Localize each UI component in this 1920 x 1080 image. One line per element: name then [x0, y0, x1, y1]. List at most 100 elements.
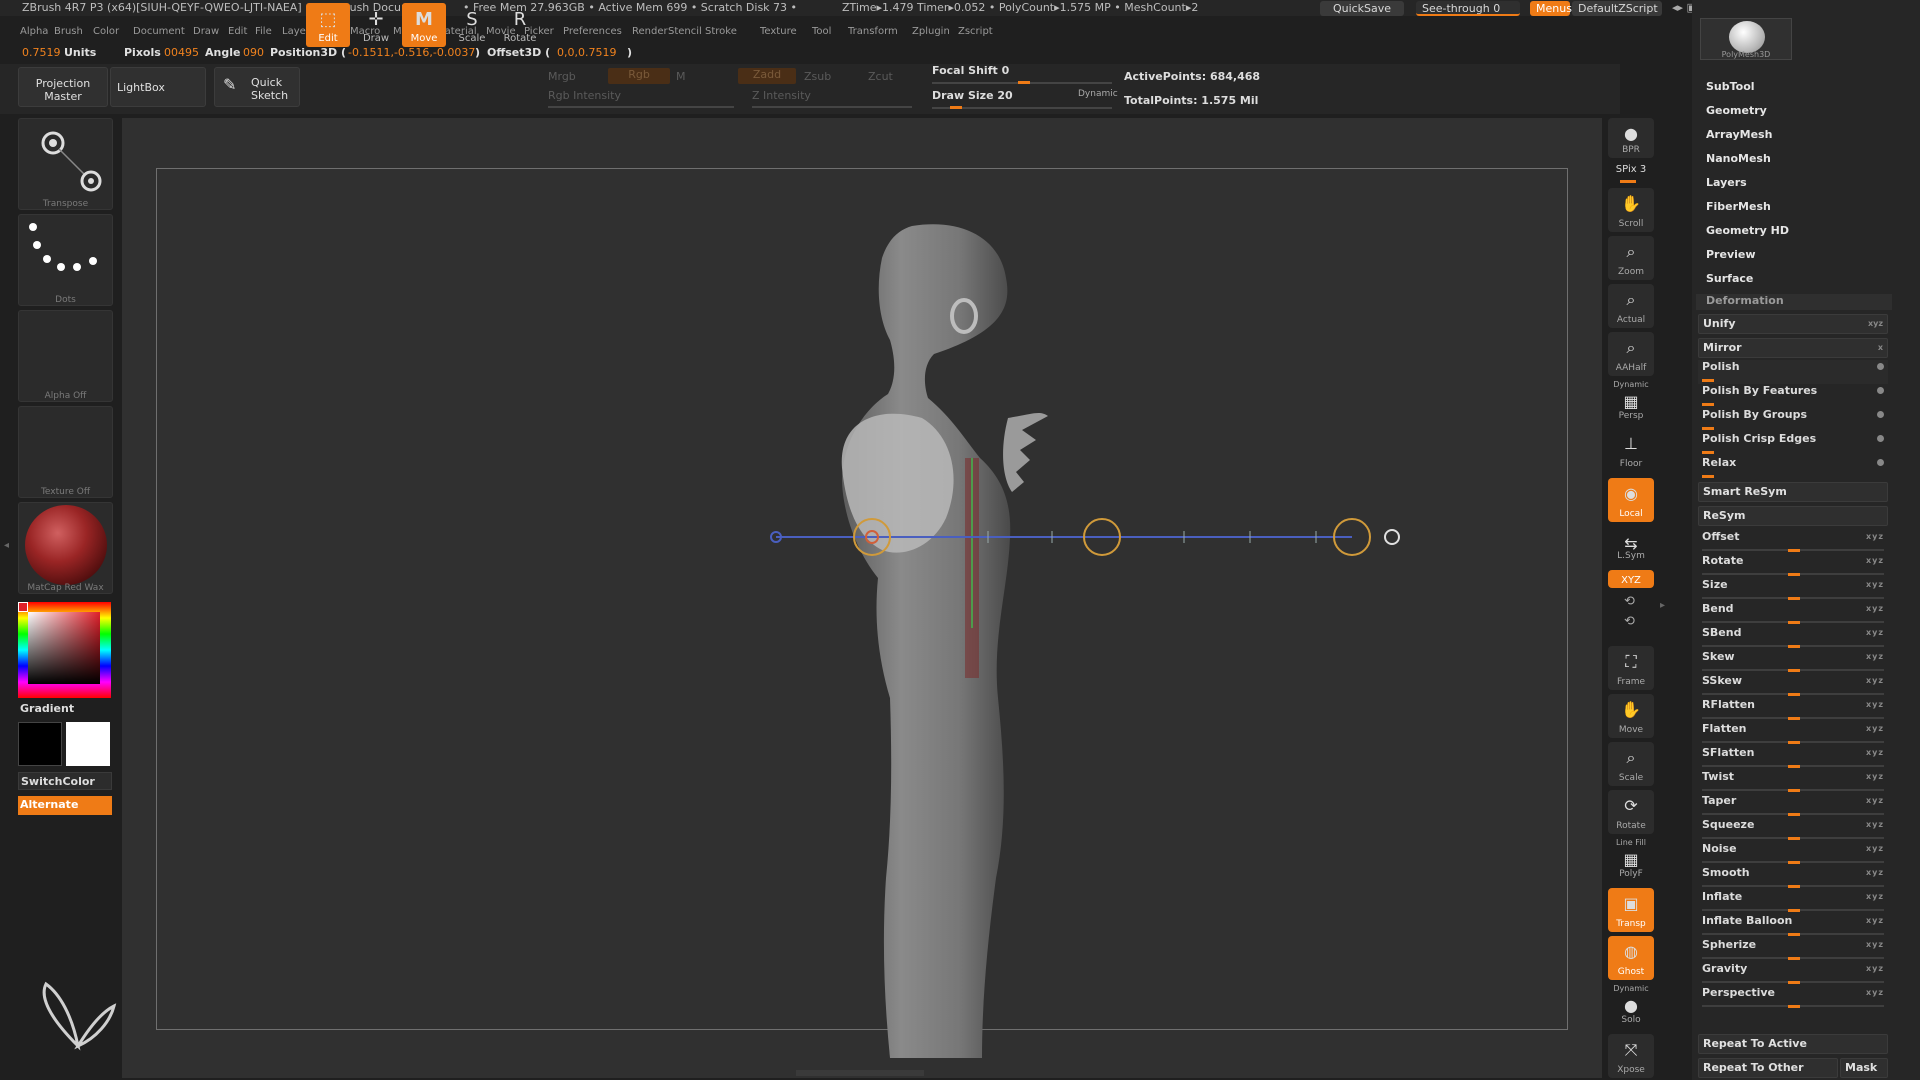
tray-item-surface[interactable]: Surface [1706, 272, 1753, 285]
deformation-perspective[interactable]: Perspective xyz [1698, 986, 1888, 1010]
axis-toggle-icon[interactable]: xyz [1866, 892, 1884, 901]
solo-button[interactable]: Dynamic ● Solo [1608, 984, 1654, 1028]
deformation-slider-handle[interactable] [1788, 861, 1800, 864]
polish-row-relax[interactable]: Relax [1698, 456, 1888, 480]
axis-toggle-icon[interactable]: xyz [1866, 676, 1884, 685]
rgb-button[interactable]: Rgb [608, 68, 670, 84]
draw-button[interactable]: ✛ Draw [354, 3, 398, 47]
deformation-slider-handle[interactable] [1788, 813, 1800, 816]
material-slot[interactable]: MatCap Red Wax [18, 502, 113, 594]
transp-button[interactable]: ▣ Transp [1608, 888, 1654, 932]
move-button[interactable]: M Move [402, 3, 446, 47]
menu-stroke[interactable]: Stroke [705, 26, 737, 37]
deformation-slider-handle[interactable] [1788, 717, 1800, 720]
menu-file[interactable]: File [255, 26, 272, 37]
deformation-rotate[interactable]: Rotate xyz [1698, 554, 1888, 578]
deformation-sskew[interactable]: SSkew xyz [1698, 674, 1888, 698]
axis-toggle-icon[interactable]: xyz [1866, 964, 1884, 973]
stroke-slot[interactable]: Dots [18, 214, 113, 306]
smart-resym-button[interactable]: Smart ReSym [1698, 482, 1888, 502]
zcut-button[interactable]: Zcut [868, 70, 893, 83]
mirror-button[interactable]: Mirror x [1698, 338, 1888, 358]
spix-handle[interactable] [1620, 180, 1636, 183]
tray-item-subtool[interactable]: SubTool [1706, 80, 1755, 93]
deformation-taper[interactable]: Taper xyz [1698, 794, 1888, 818]
deformation-slider-handle[interactable] [1788, 933, 1800, 936]
floor-button[interactable]: ⊥ Floor [1608, 428, 1654, 472]
view-scale-button[interactable]: ⌕ Scale [1608, 742, 1654, 786]
deformation-slider-handle[interactable] [1788, 765, 1800, 768]
deformation-bend[interactable]: Bend xyz [1698, 602, 1888, 626]
rotate-y-icon[interactable]: ⟲ [1624, 594, 1635, 609]
main-color-swatch[interactable] [18, 722, 62, 766]
axis-toggle-icon[interactable]: xyz [1866, 820, 1884, 829]
tray-item-fibermesh[interactable]: FiberMesh [1706, 200, 1771, 213]
xpose-button[interactable]: ⤧ Xpose [1608, 1034, 1654, 1078]
deformation-gravity[interactable]: Gravity xyz [1698, 962, 1888, 986]
draw-size-slider[interactable]: Draw Size 20 [932, 89, 1013, 102]
axis-toggle-icon[interactable]: xyz [1866, 844, 1884, 853]
mrgb-button[interactable]: Mrgb [548, 70, 576, 83]
deformation-slider-handle[interactable] [1788, 669, 1800, 672]
transpose-brush-slot[interactable]: Transpose [18, 118, 113, 210]
deformation-skew[interactable]: Skew xyz [1698, 650, 1888, 674]
default-zscript-button[interactable]: DefaultZScript [1572, 1, 1662, 16]
model-view[interactable] [122, 118, 1602, 1078]
axis-toggle-icon[interactable]: xyz [1866, 916, 1884, 925]
deformation-slider-handle[interactable] [1788, 1005, 1800, 1008]
deformation-slider-handle[interactable] [1788, 837, 1800, 840]
rgb-intensity-slider[interactable]: Rgb Intensity [548, 89, 621, 102]
unify-button[interactable]: Unify xyz [1698, 314, 1888, 334]
edit-button[interactable]: ⬚ Edit [306, 3, 350, 47]
actual-button[interactable]: ⌕ Actual [1608, 284, 1654, 328]
axis-toggle-icon[interactable]: xyz [1866, 940, 1884, 949]
menu-draw[interactable]: Draw [193, 26, 219, 37]
repeat-to-other-button[interactable]: Repeat To Other [1698, 1058, 1838, 1078]
polish-toggle-icon[interactable] [1877, 435, 1884, 442]
rotate-z-icon[interactable]: ⟲ [1624, 614, 1635, 629]
polish-toggle-icon[interactable] [1877, 363, 1884, 370]
deformation-size[interactable]: Size xyz [1698, 578, 1888, 602]
axis-toggle-icon[interactable]: xyz [1866, 724, 1884, 733]
view-move-button[interactable]: ✋ Move [1608, 694, 1654, 738]
quicksave-button[interactable]: QuickSave [1320, 1, 1404, 16]
zadd-button[interactable]: Zadd [738, 68, 796, 84]
left-tray-collapse-icon[interactable]: ◂ [4, 540, 9, 551]
deformation-slider-handle[interactable] [1788, 549, 1800, 552]
deformation-slider-handle[interactable] [1788, 741, 1800, 744]
deformation-inflate-balloon[interactable]: Inflate Balloon xyz [1698, 914, 1888, 938]
deformation-header[interactable]: Deformation [1696, 294, 1892, 310]
deformation-slider-handle[interactable] [1788, 981, 1800, 984]
color-picker-square[interactable] [28, 612, 100, 684]
zoom-button[interactable]: ⌕ Zoom [1608, 236, 1654, 280]
m-button[interactable]: M [676, 70, 686, 83]
axis-toggle-icon[interactable]: xyz [1866, 748, 1884, 757]
tray-collapse-icon[interactable]: ▸ [1660, 600, 1665, 611]
axis-toggle-icon[interactable]: xyz [1866, 868, 1884, 877]
polyf-button[interactable]: Line Fill ▦ PolyF [1608, 838, 1654, 882]
local-button[interactable]: ◉ Local [1608, 478, 1654, 522]
deformation-noise[interactable]: Noise xyz [1698, 842, 1888, 866]
color-picker[interactable] [18, 602, 111, 698]
menu-texture[interactable]: Texture [760, 26, 797, 37]
menu-transform[interactable]: Transform [848, 26, 898, 37]
draw-size-handle[interactable] [950, 106, 962, 109]
axis-toggle-icon[interactable]: xyz [1866, 772, 1884, 781]
lsym-button[interactable]: ⇆ L.Sym [1608, 528, 1654, 564]
axis-toggle-icon[interactable]: xyz [1866, 556, 1884, 565]
polish-toggle-icon[interactable] [1877, 459, 1884, 466]
lightbox-button[interactable]: LightBox [110, 67, 206, 107]
spix-slider[interactable]: SPix 3 [1608, 164, 1654, 175]
scroll-button[interactable]: ✋ Scroll [1608, 188, 1654, 232]
focal-shift-slider[interactable]: Focal Shift 0 [932, 64, 1009, 77]
aahalf-button[interactable]: ⌕ AAHalf [1608, 332, 1654, 376]
rotate-button[interactable]: R Rotate [498, 3, 542, 47]
deformation-slider-handle[interactable] [1788, 789, 1800, 792]
deformation-slider-handle[interactable] [1788, 909, 1800, 912]
deformation-twist[interactable]: Twist xyz [1698, 770, 1888, 794]
axis-toggle-icon[interactable]: xyz [1866, 532, 1884, 541]
polish-toggle-icon[interactable] [1877, 411, 1884, 418]
axis-toggle-icon[interactable]: xyz [1866, 628, 1884, 637]
persp-button[interactable]: Dynamic ▦ Persp [1608, 380, 1654, 424]
ghost-button[interactable]: ◍ Ghost [1608, 936, 1654, 980]
